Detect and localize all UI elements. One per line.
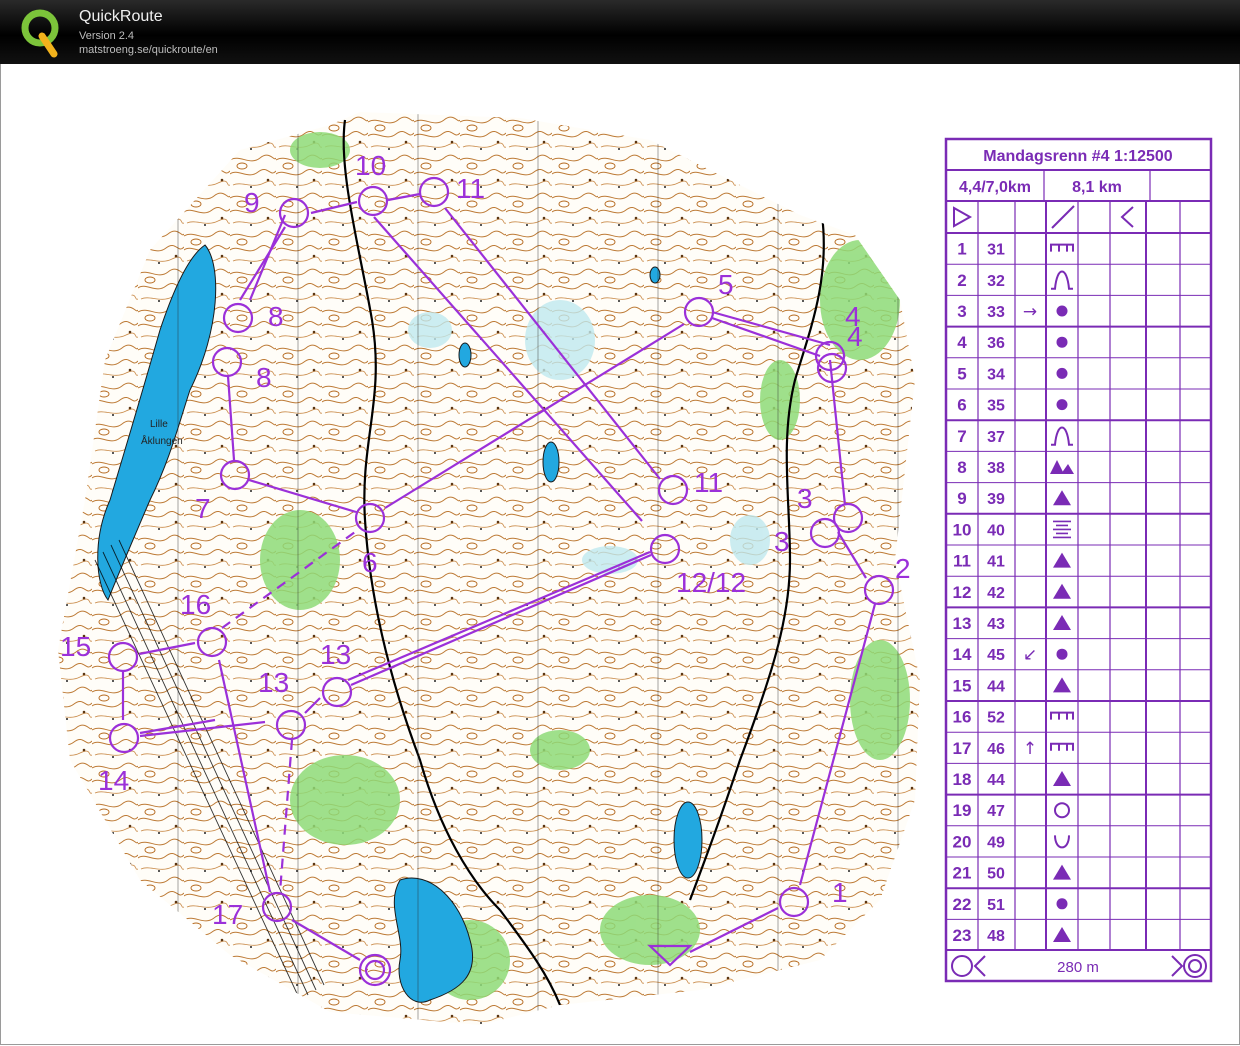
row-number: 10 [953,520,972,539]
row-code: 49 [987,834,1005,851]
row-direction: ↑ [1023,739,1037,759]
row-code: 44 [987,772,1005,789]
row-code: 46 [987,741,1005,758]
row-number: 16 [953,708,972,727]
control-label: 3 [774,526,790,557]
course-title: Mandagsrenn #4 1:12500 [983,148,1173,165]
row-code: 39 [987,491,1005,508]
control-label: 6 [362,547,378,578]
control-label: 2 [895,553,911,584]
dot-symbol-icon [1056,399,1068,411]
row-code: 35 [987,398,1005,415]
control-label: 7 [195,493,211,524]
control-description-sheet: Mandagsrenn #4 1:12500 4,4/7,0km 8,1 km … [944,137,1213,983]
row-number: 4 [957,333,967,352]
control-label: 4 [847,321,863,352]
row-number: 19 [953,801,972,820]
control-label: 5 [718,269,734,300]
row-number: 2 [957,271,966,290]
row-number: 20 [953,832,972,851]
control-label: 10 [355,150,386,181]
lake-label-line1: Lille [150,419,168,430]
row-direction: → [1023,302,1037,322]
row-code: 48 [987,928,1005,945]
dot-symbol-icon [1056,305,1068,317]
row-code: 42 [987,585,1005,602]
row-code: 41 [987,554,1005,571]
lake-label-line2: Åklungen [141,434,183,447]
course-climb: 8,1 km [1072,179,1122,196]
row-direction: ↙ [1023,645,1037,665]
row-code: 45 [987,647,1005,664]
row-number: 23 [953,926,972,945]
row-code: 34 [987,366,1005,383]
row-code: 43 [987,616,1005,633]
row-code: 37 [987,429,1005,446]
control-label: 16 [180,589,211,620]
control-label: 11 [694,467,723,498]
row-number: 18 [953,770,972,789]
control-label: 8 [256,362,272,393]
row-number: 22 [953,895,972,914]
row-number: 7 [957,427,966,446]
row-number: 1 [957,240,966,259]
row-code: 38 [987,460,1005,477]
row-code: 32 [987,273,1005,290]
row-number: 8 [957,458,966,477]
row-number: 15 [953,676,972,695]
row-number: 5 [957,364,966,383]
row-code: 52 [987,710,1005,727]
control-label: 8 [268,301,284,332]
row-number: 21 [953,864,972,883]
control-label: 15 [60,631,91,662]
dot-symbol-icon [1056,648,1068,660]
control-label: 14 [98,765,129,796]
control-label: 12/12 [676,567,746,598]
row-number: 13 [953,614,972,633]
row-number: 6 [957,396,966,415]
row-code: 47 [987,803,1005,820]
finish-distance: 280 m [1057,959,1099,976]
row-code: 51 [987,897,1005,914]
row-code: 50 [987,866,1005,883]
control-label: 1 [832,877,848,908]
row-code: 33 [987,304,1005,321]
row-number: 14 [953,645,972,664]
orienteering-map: Lille Åklungen 1 2 3 3 4 4 5 6 7 8 8 9 1… [58,112,1213,1025]
dot-symbol-icon [1056,367,1068,379]
control-label: 17 [212,899,243,930]
row-code: 44 [987,678,1005,695]
dot-symbol-icon [1056,898,1068,910]
control-label: 3 [797,483,813,514]
row-number: 11 [953,552,971,571]
control-label: 9 [244,187,260,218]
row-code: 40 [987,522,1005,539]
row-number: 3 [957,302,966,321]
control-label: 13 [320,639,351,670]
course-length: 4,4/7,0km [959,179,1031,196]
row-number: 17 [953,739,972,758]
control-label: 13 [258,667,289,698]
control-label: 11 [456,173,485,204]
map-terrain [58,112,920,1025]
row-number: 12 [953,583,972,602]
row-code: 31 [987,242,1005,259]
row-number: 9 [957,489,966,508]
row-code: 36 [987,335,1005,352]
dot-symbol-icon [1056,336,1068,348]
